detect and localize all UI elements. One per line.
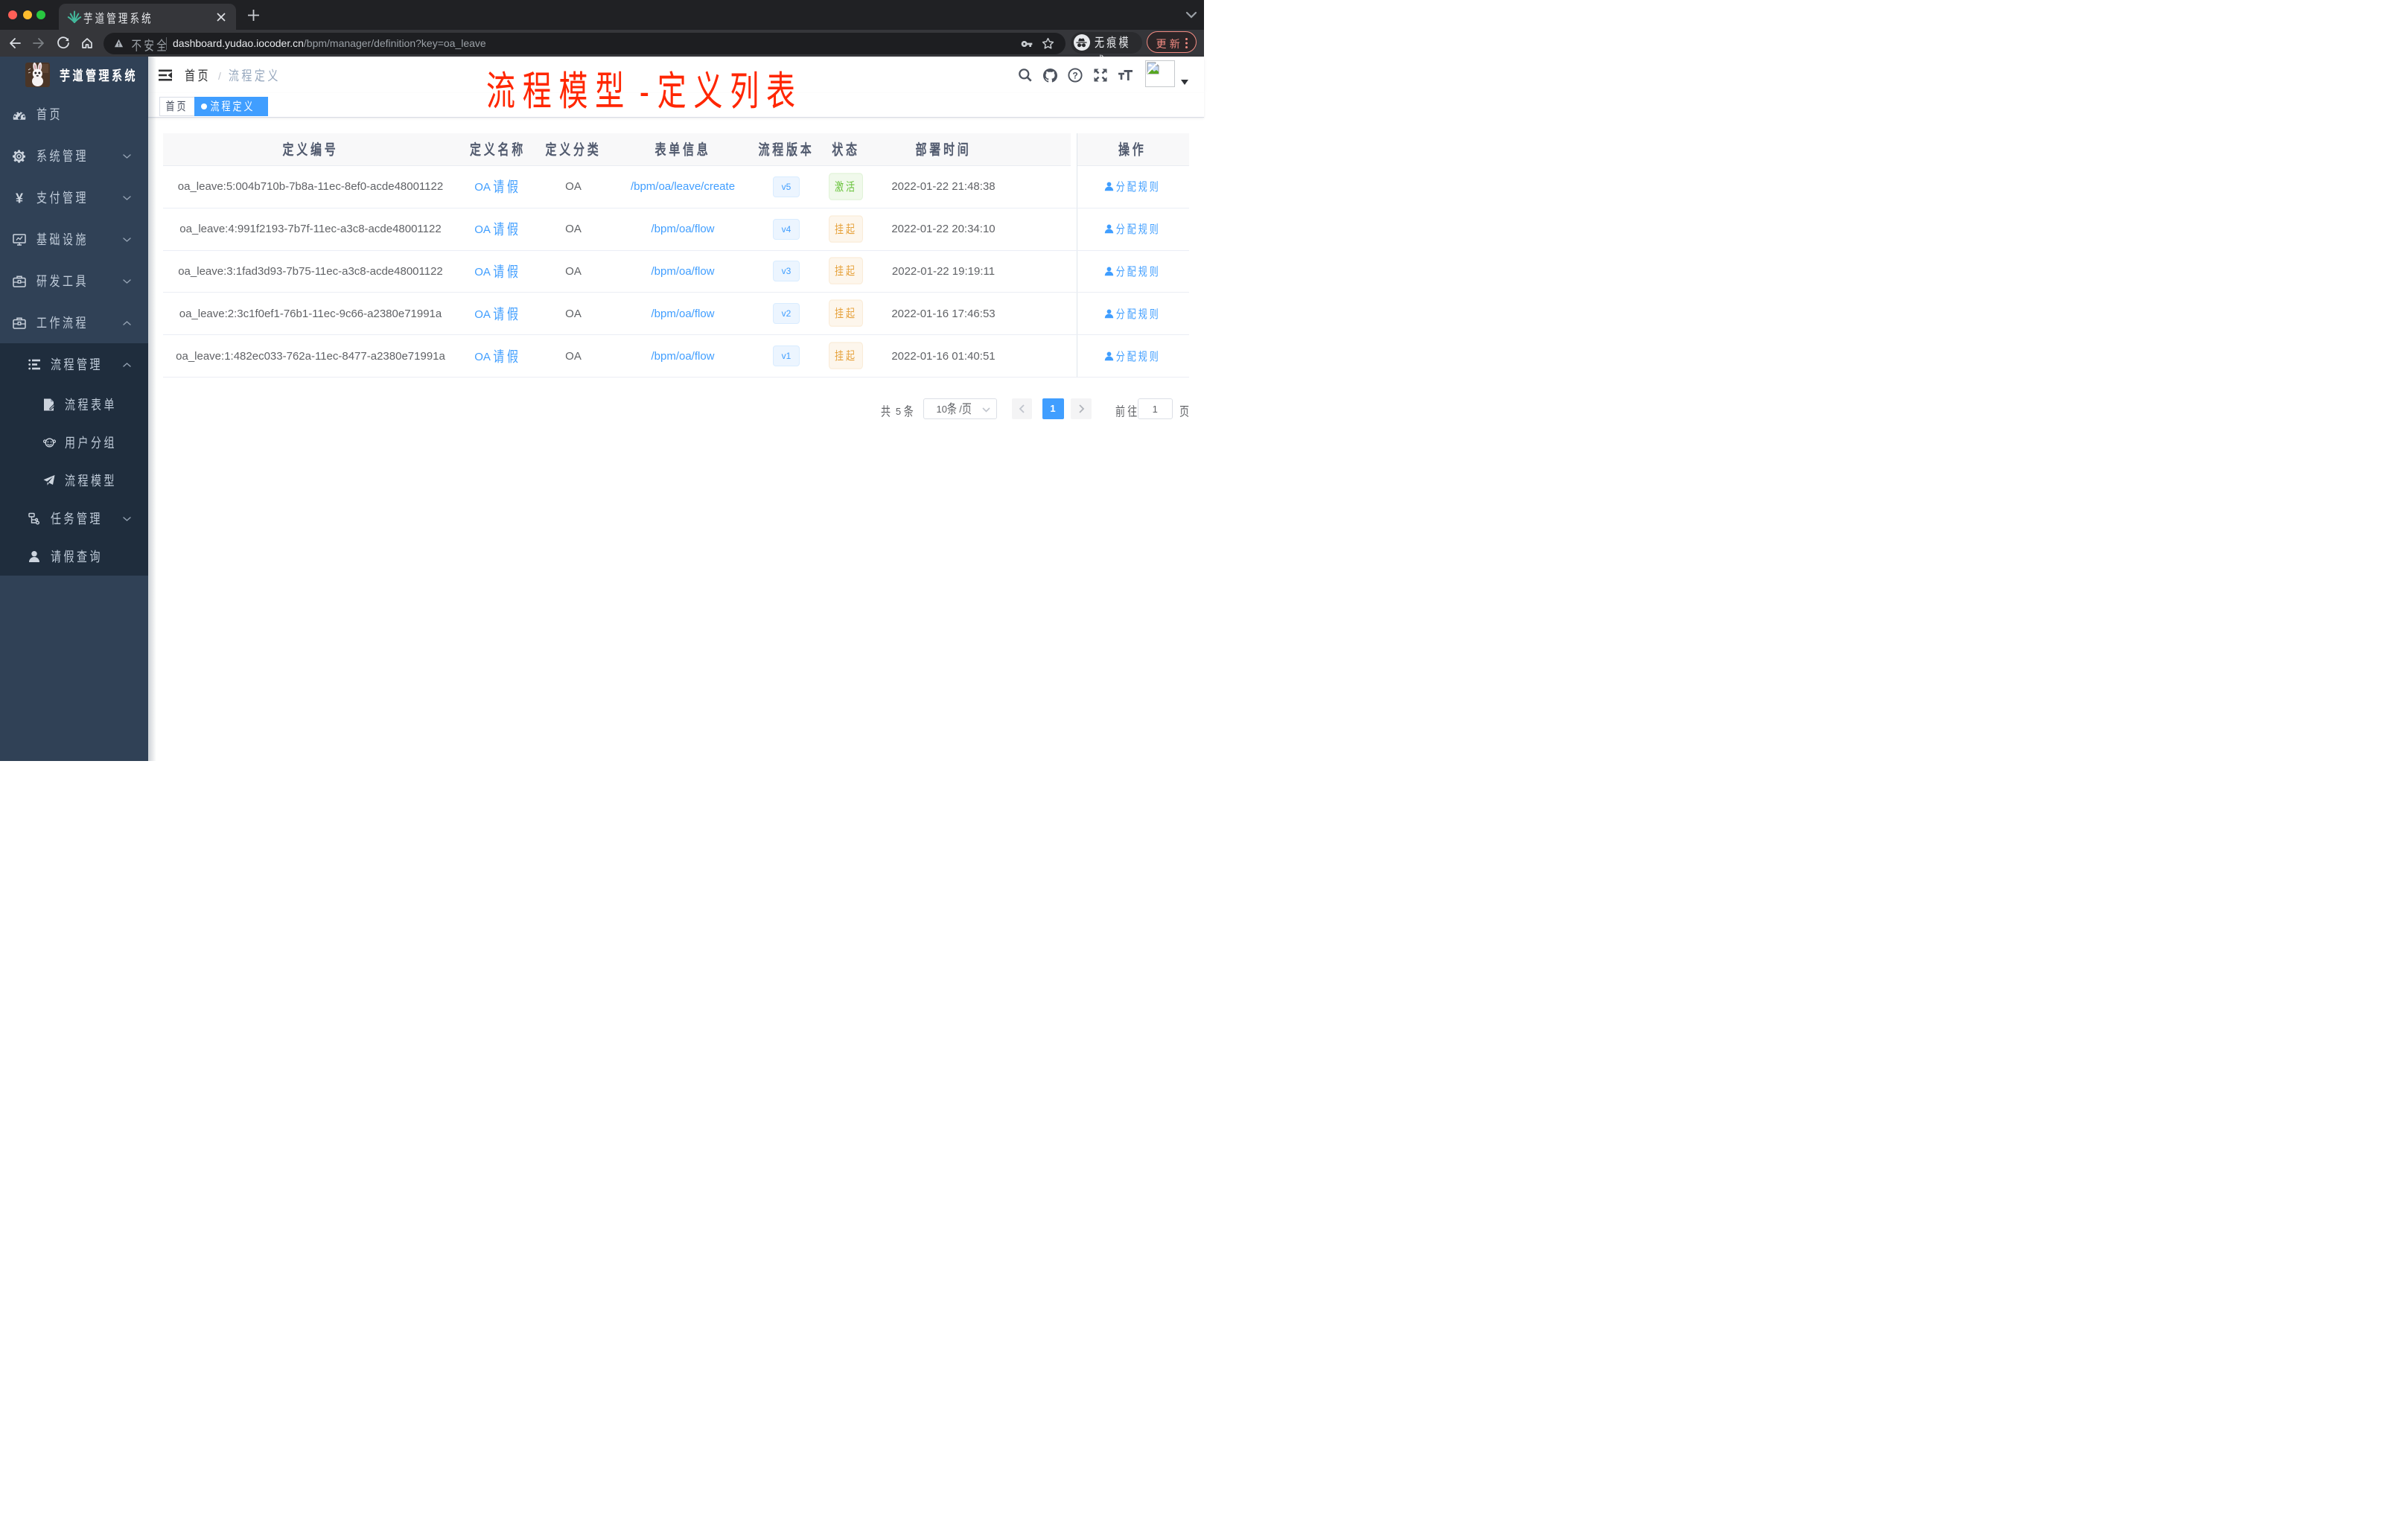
svg-text:?: ? — [1072, 71, 1077, 81]
svg-text:¥: ¥ — [16, 192, 23, 206]
